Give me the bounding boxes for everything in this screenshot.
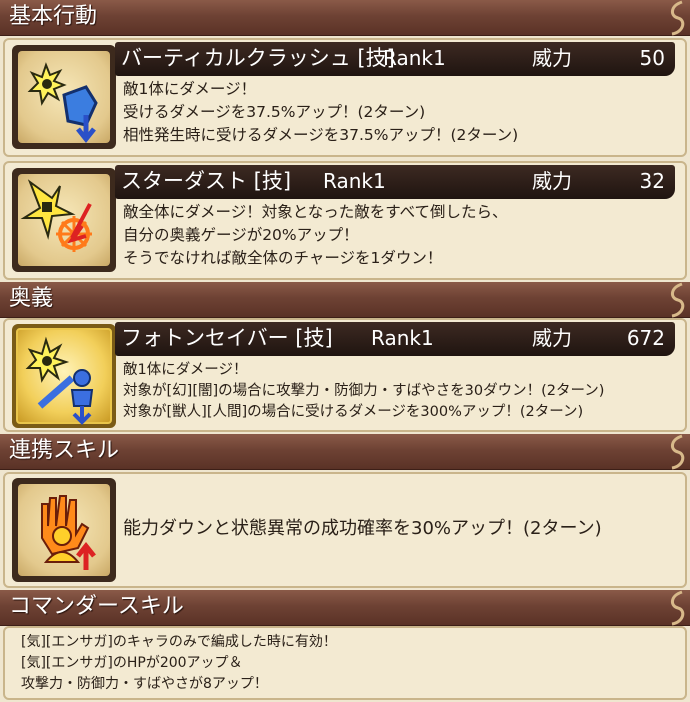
skill-name-bar: スターダスト [技] Rank1 威力 32 [115,165,675,199]
commander-card: [気][エンサガ]のキャラのみで編成した時に有効！ [気][エンサガ]のHPが2… [3,626,687,700]
skill-desc-line: 敵全体にダメージ！対象となった敵をすべて倒したら、 [123,203,508,221]
sword-person-down-icon [25,336,94,425]
skill-name-bar: バーティカルクラッシュ [技] Rank1 威力 50 [115,42,675,76]
skill-name: フォトンセイバー [技] [121,326,333,350]
skill-icon-frame-gold [12,324,116,428]
sword-shield-down-icon [27,62,98,144]
section-header-commander: コマンダースキル [0,590,690,626]
skill-rank: Rank1 [323,169,386,193]
skill-desc-line: 対象が[幻][闇]の場合に攻撃力・防御力・すばやさを30ダウン！(2ターン) [123,383,605,399]
renkei-card: 能力ダウンと状態異常の成功確率を30%アップ！(2ターン) [3,472,687,588]
skill-desc-line: そうでなければ敵全体のチャージを1ダウン！ [123,249,443,267]
hand-person-up-icon [41,495,96,570]
skill-icon-frame [12,168,116,272]
section-header-basic: 基本行動 [0,0,690,36]
section-title-commander: コマンダースキル [9,594,184,619]
skill-icon-frame [12,478,116,582]
scroll-curl-icon [671,590,685,626]
skill-card-2: スターダスト [技] Rank1 威力 32 敵全体にダメージ！対象となった敵を… [3,161,687,280]
power-label: 威力 [532,46,572,70]
skill-desc-line: 対象が[獣人][人間]の場合に受けるダメージを300%アップ！(2ターン) [123,404,584,420]
commander-line: [気][エンサガ]のキャラのみで編成した時に有効！ [21,634,337,650]
section-title-basic: 基本行動 [9,4,98,29]
scroll-curl-icon [671,0,685,36]
scroll-curl-icon [671,434,685,470]
skill-desc-line: 敵1体にダメージ！ [123,80,257,98]
skill-desc-line: 受けるダメージを37.5%アップ！(2ターン) [123,103,426,121]
skill-icon-frame [12,45,116,149]
power-value: 672 [626,326,665,350]
commander-line: [気][エンサガ]のHPが200アップ＆ [21,655,243,671]
skill-card-1: バーティカルクラッシュ [技] Rank1 威力 50 敵1体にダメージ！ 受け… [3,38,687,157]
power-value: 50 [639,46,665,70]
power-value: 32 [639,169,665,193]
commander-line: 攻撃力・防御力・すばやさが8アップ！ [21,676,268,692]
skill-desc-line: 相性発生時に受けるダメージを37.5%アップ！(2ターン) [123,126,519,144]
power-label: 威力 [532,326,572,350]
section-header-ougi: 奥義 [0,282,690,318]
skill-desc-line: 自分の奥義ゲージが20%アップ！ [123,226,359,244]
skill-name: スターダスト [技] [121,169,292,193]
skill-rank: Rank1 [383,46,446,70]
renkei-desc: 能力ダウンと状態異常の成功確率を30%アップ！(2ターン) [123,518,602,539]
scroll-curl-icon [671,282,685,318]
skill-name: バーティカルクラッシュ [技] [121,46,395,70]
shuriken-charge-down-icon [20,179,92,252]
section-title-ougi: 奥義 [9,286,54,311]
section-header-renkei: 連携スキル [0,434,690,470]
skill-desc-line: 敵1体にダメージ！ [123,362,248,378]
skill-name-bar: フォトンセイバー [技] Rank1 威力 672 [115,322,675,356]
section-title-renkei: 連携スキル [9,438,120,463]
skill-card-3: フォトンセイバー [技] Rank1 威力 672 敵1体にダメージ！ 対象が[… [3,318,687,432]
power-label: 威力 [532,169,572,193]
skill-rank: Rank1 [371,326,434,350]
